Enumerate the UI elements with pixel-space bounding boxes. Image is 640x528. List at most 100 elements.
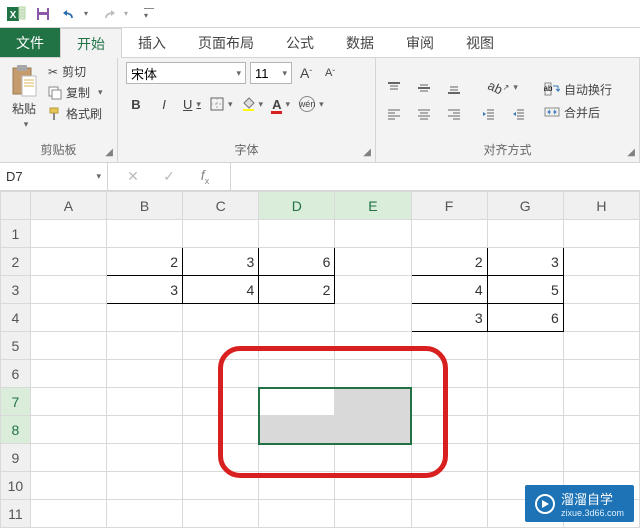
- watermark-title: 溜溜自学: [561, 492, 613, 507]
- copy-icon: [48, 86, 62, 100]
- col-header[interactable]: A: [30, 192, 106, 220]
- row-header[interactable]: 11: [1, 500, 31, 528]
- launcher-icon[interactable]: ◢: [627, 147, 635, 158]
- fill-color-button[interactable]: ▾: [241, 94, 264, 114]
- col-header[interactable]: H: [563, 192, 639, 220]
- group-clipboard: 粘贴 ▾ ✂ 剪切 复制 ▾ 格式刷 剪贴板: [0, 58, 118, 162]
- chevron-down-icon: ▾: [196, 99, 201, 110]
- tab-data[interactable]: 数据: [330, 28, 390, 57]
- brush-icon: [48, 107, 62, 121]
- col-header[interactable]: D: [259, 192, 335, 220]
- underline-button[interactable]: U▾: [182, 94, 202, 114]
- excel-logo-icon: X: [4, 2, 28, 26]
- align-middle-button[interactable]: [414, 78, 434, 98]
- cell[interactable]: 3: [106, 276, 182, 304]
- cell[interactable]: 3: [411, 304, 487, 332]
- italic-button[interactable]: I: [154, 94, 174, 114]
- align-bottom-button[interactable]: [444, 78, 464, 98]
- align-left-button[interactable]: [384, 104, 404, 124]
- row-header[interactable]: 3: [1, 276, 31, 304]
- cell[interactable]: 4: [183, 276, 259, 304]
- phonetic-button[interactable]: wén ▾: [299, 94, 324, 114]
- chevron-down-icon: ▾: [319, 99, 324, 110]
- row-header[interactable]: 1: [1, 220, 31, 248]
- align-top-button[interactable]: [384, 78, 404, 98]
- name-box[interactable]: D7 ▾: [0, 163, 108, 190]
- formula-input[interactable]: [231, 163, 640, 190]
- tab-home[interactable]: 开始: [60, 28, 122, 58]
- cell[interactable]: 4: [411, 276, 487, 304]
- row-header[interactable]: 2: [1, 248, 31, 276]
- col-header[interactable]: E: [335, 192, 411, 220]
- cell[interactable]: 3: [183, 248, 259, 276]
- cell[interactable]: 5: [487, 276, 563, 304]
- row-header[interactable]: 7: [1, 388, 31, 416]
- paste-button[interactable]: 粘贴 ▾: [8, 62, 40, 132]
- col-header[interactable]: C: [183, 192, 259, 220]
- chevron-down-icon: ▾: [24, 119, 29, 130]
- increase-font-button[interactable]: Aˆ: [296, 63, 316, 83]
- decrease-indent-button[interactable]: [478, 104, 498, 124]
- col-header[interactable]: F: [411, 192, 487, 220]
- wrap-icon: ab: [544, 82, 560, 96]
- spreadsheet: A B C D E F G H 1 2 2 3 6 2 3 3 3 4 2 4 …: [0, 191, 640, 528]
- undo-dropdown-icon[interactable]: ▾: [84, 9, 94, 18]
- grid-table[interactable]: A B C D E F G H 1 2 2 3 6 2 3 3 3 4 2 4 …: [0, 191, 640, 528]
- orientation-button[interactable]: ab↗▾: [478, 78, 528, 98]
- cell[interactable]: 6: [259, 248, 335, 276]
- tab-formulas[interactable]: 公式: [270, 28, 330, 57]
- border-button[interactable]: ▾: [210, 94, 233, 114]
- row-header[interactable]: 10: [1, 472, 31, 500]
- watermark-sub: zixue.3d66.com: [561, 508, 624, 518]
- qat-customize-icon[interactable]: ▾: [144, 8, 154, 20]
- tab-view[interactable]: 视图: [450, 28, 510, 57]
- font-color-button[interactable]: A ▾: [271, 94, 291, 114]
- row-header[interactable]: 8: [1, 416, 31, 444]
- undo-button[interactable]: [58, 3, 80, 25]
- tab-layout[interactable]: 页面布局: [182, 28, 270, 57]
- increase-indent-button[interactable]: [508, 104, 528, 124]
- cell[interactable]: [259, 416, 335, 444]
- cell[interactable]: [335, 388, 411, 416]
- cell[interactable]: 6: [487, 304, 563, 332]
- cell[interactable]: 2: [106, 248, 182, 276]
- redo-dropdown-icon[interactable]: ▾: [124, 9, 134, 18]
- decrease-font-button[interactable]: Aˇ: [320, 63, 340, 83]
- wrap-text-button[interactable]: ab 自动换行: [542, 80, 614, 99]
- tab-file[interactable]: 文件: [0, 28, 60, 57]
- bold-button[interactable]: B: [126, 94, 146, 114]
- cell[interactable]: 3: [487, 248, 563, 276]
- row-header[interactable]: 6: [1, 360, 31, 388]
- chevron-down-icon: ▾: [98, 87, 103, 98]
- fx-icon[interactable]: fx: [190, 167, 220, 186]
- font-name-select[interactable]: 宋体 ▾: [126, 62, 246, 84]
- col-header[interactable]: B: [106, 192, 182, 220]
- align-center-button[interactable]: [414, 104, 434, 124]
- col-header[interactable]: G: [487, 192, 563, 220]
- align-right-button[interactable]: [444, 104, 464, 124]
- row-header[interactable]: 9: [1, 444, 31, 472]
- watermark: 溜溜自学 zixue.3d66.com: [525, 485, 634, 522]
- enter-formula-icon[interactable]: ✓: [154, 168, 184, 185]
- row-header[interactable]: 4: [1, 304, 31, 332]
- save-button[interactable]: [32, 3, 54, 25]
- font-name-value: 宋体: [131, 64, 157, 83]
- copy-button[interactable]: 复制 ▾: [46, 83, 105, 102]
- format-painter-button[interactable]: 格式刷: [46, 104, 105, 123]
- row-header[interactable]: 5: [1, 332, 31, 360]
- merge-center-button[interactable]: 合并后: [542, 103, 614, 122]
- cell[interactable]: 2: [259, 276, 335, 304]
- redo-button[interactable]: [98, 3, 120, 25]
- cancel-formula-icon[interactable]: ✕: [118, 168, 148, 185]
- launcher-icon[interactable]: ◢: [105, 147, 113, 158]
- chevron-down-icon: ▾: [96, 171, 101, 182]
- tab-insert[interactable]: 插入: [122, 28, 182, 57]
- cell-active[interactable]: [259, 388, 335, 416]
- cell[interactable]: 2: [411, 248, 487, 276]
- cell[interactable]: [335, 416, 411, 444]
- select-all-corner[interactable]: [1, 192, 31, 220]
- cut-button[interactable]: ✂ 剪切: [46, 62, 105, 81]
- launcher-icon[interactable]: ◢: [363, 147, 371, 158]
- font-size-select[interactable]: 11 ▾: [250, 62, 292, 84]
- tab-review[interactable]: 审阅: [390, 28, 450, 57]
